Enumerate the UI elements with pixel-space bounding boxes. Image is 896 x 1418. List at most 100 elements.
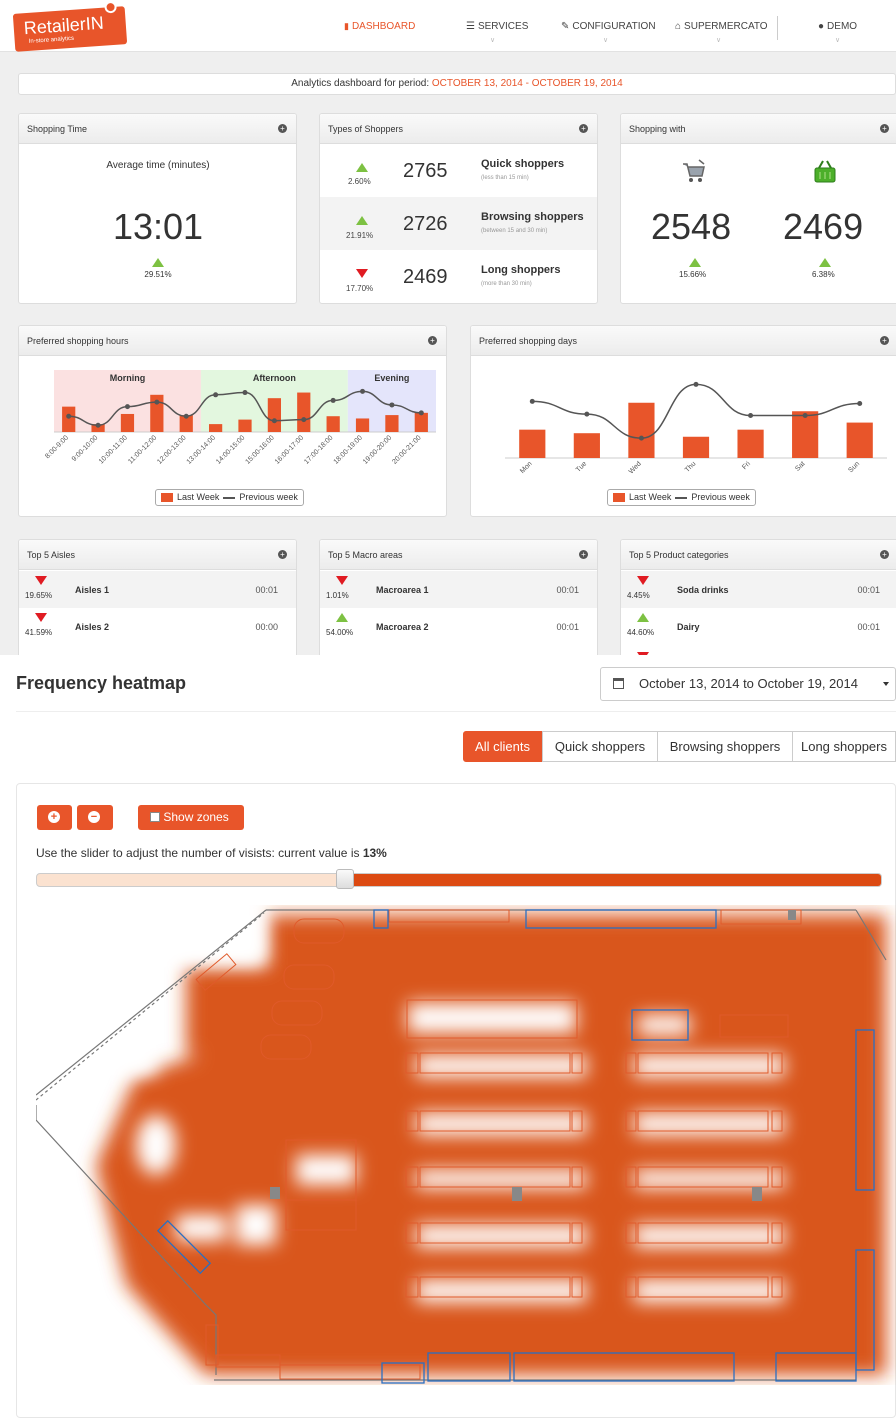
wifi-icon: [104, 0, 117, 14]
filter-all-clients[interactable]: All clients: [463, 731, 542, 762]
nav-configuration-label: CONFIGURATION: [572, 21, 656, 32]
visits-slider-track[interactable]: [36, 873, 882, 887]
line-point: [154, 399, 160, 405]
nav-supermercato[interactable]: ⌂ SUPERMERCATO: [675, 21, 768, 32]
line-point: [330, 397, 336, 403]
tick-label: 8:00-9:00: [44, 434, 70, 460]
nav-user[interactable]: ● DEMO: [818, 21, 857, 32]
shopping-time-panel: Shopping Time + Average time (minutes) 13…: [18, 113, 297, 304]
days-legend[interactable]: Last Week Previous week: [607, 489, 756, 506]
plus-icon[interactable]: +: [880, 336, 889, 345]
panel-title: Top 5 Macro areas: [328, 550, 403, 560]
list-item[interactable]: 1.01% Macroarea 1 00:01: [320, 571, 597, 608]
bar: [573, 433, 600, 458]
bar: [414, 412, 428, 432]
nav-services[interactable]: ☰ SERVICES: [466, 21, 528, 32]
preferred-hours-panel: Preferred shopping hours + Morning Afterno…: [18, 325, 447, 517]
item-change: 41.59%: [25, 628, 53, 637]
chevron-down-icon: ∨: [603, 37, 609, 44]
line-point: [802, 413, 808, 418]
hours-legend[interactable]: Last Week Previous week: [155, 489, 304, 506]
up-arrow-icon: [689, 258, 701, 267]
list-item[interactable]: 44.60% Dairy 00:01: [621, 608, 896, 645]
filter-long-shoppers[interactable]: Long shoppers: [792, 731, 896, 762]
filter-quick-shoppers[interactable]: Quick shoppers: [542, 731, 658, 762]
up-arrow-icon: [336, 613, 348, 622]
shopper-change: 21.91%: [346, 231, 374, 240]
list-item[interactable]: 41.59% Aisles 2 00:00: [19, 608, 296, 645]
line-point: [748, 413, 754, 418]
plus-icon[interactable]: +: [428, 336, 437, 345]
panel-title: Preferred shopping hours: [27, 336, 129, 346]
down-arrow-icon: [356, 269, 368, 278]
plus-icon[interactable]: +: [579, 550, 588, 559]
plus-icon[interactable]: +: [880, 124, 889, 133]
checkbox[interactable]: [150, 812, 160, 822]
list-item[interactable]: 19.65% Aisles 1 00:01: [19, 571, 296, 608]
bar: [737, 429, 764, 458]
nav-divider: [777, 16, 778, 40]
panel-title: Shopping Time: [27, 124, 88, 134]
zoom-in-button[interactable]: +: [37, 805, 72, 830]
line-point: [271, 418, 277, 424]
nav-configuration[interactable]: ✎ CONFIGURATION: [561, 21, 656, 32]
show-zones-toggle[interactable]: Show zones: [138, 805, 244, 830]
line-point: [301, 417, 307, 423]
hours-chart: Morning Afternoon Evening 8:00-9:00 9:00-10:…: [44, 370, 436, 466]
tick-label: 12:00-13:00: [156, 434, 187, 465]
shopper-type-row: 17.70% 2469 Long shoppers (more than 30 …: [320, 250, 597, 303]
logo[interactable]: RetailerIN In-store analytics: [12, 0, 128, 52]
nav-services-label: SERVICES: [477, 21, 529, 32]
top-product-categories-panel: Top 5 Product categories + 4.45% Soda dri…: [620, 539, 896, 655]
plus-icon[interactable]: +: [278, 124, 287, 133]
band-label: Evening: [374, 373, 409, 383]
line-swatch: [223, 496, 236, 499]
line-point: [693, 381, 699, 387]
line-point: [857, 400, 863, 406]
heatmap-title: Frequency heatmap: [16, 673, 187, 693]
divider: [16, 711, 896, 712]
panel-title: Top 5 Aisles: [27, 550, 76, 560]
basket-icon: [814, 160, 836, 183]
logo-name: RetailerIN: [23, 12, 105, 39]
caret-down-icon: [883, 682, 889, 686]
line-point: [389, 402, 395, 408]
bar: [519, 429, 546, 458]
nav-dashboard[interactable]: ▮ DASHBOARD: [344, 21, 415, 32]
legend-line-label: Previous week: [239, 492, 298, 502]
item-name: Dairy: [677, 622, 700, 632]
zoom-out-button[interactable]: −: [77, 805, 113, 830]
plus-icon[interactable]: +: [880, 550, 889, 559]
shopper-sub: (between 15 and 30 min): [481, 228, 548, 234]
date-range-text: October 13, 2014 to October 19, 2014: [639, 676, 858, 691]
up-arrow-icon: [152, 258, 164, 267]
store-floorplan-heatmap[interactable]: [36, 905, 896, 1385]
item-name: Macroarea 2: [376, 622, 429, 632]
down-arrow-icon: [35, 613, 47, 622]
plus-icon[interactable]: +: [579, 124, 588, 133]
bar: [209, 424, 223, 432]
panel-title: Shopping with: [629, 124, 686, 134]
bar: [792, 411, 819, 458]
list-item[interactable]: 54.00% Macroarea 2 00:01: [320, 608, 597, 645]
slider-handle[interactable]: [336, 869, 354, 889]
tick-label: 18:00-19:00: [333, 434, 364, 465]
slider-caption: Use the slider to adjust the number of v…: [36, 846, 387, 860]
tick-label: Mon: [519, 460, 534, 475]
list-item[interactable]: 4.45% Soda drinks 00:01: [621, 571, 896, 608]
heatmap-section: Frequency heatmap October 13, 2014 to Oc…: [0, 655, 896, 1418]
band-label: Morning: [110, 373, 146, 383]
plus-icon[interactable]: +: [278, 550, 287, 559]
item-change: 54.00%: [326, 628, 354, 637]
chevron-down-icon: ∨: [716, 37, 722, 44]
period-bar: Analytics dashboard for period: OCTOBER …: [18, 73, 896, 95]
legend-line-label: Previous week: [691, 492, 750, 502]
panel-title: Top 5 Product categories: [629, 550, 729, 560]
filter-browsing-shoppers[interactable]: Browsing shoppers: [657, 731, 793, 762]
line-point: [529, 398, 535, 404]
item-time: 00:01: [255, 585, 278, 595]
date-range-picker[interactable]: October 13, 2014 to October 19, 2014: [600, 667, 896, 701]
wrench-icon: ✎: [561, 21, 570, 32]
down-arrow-icon: [637, 576, 649, 585]
item-change: 44.60%: [627, 628, 655, 637]
